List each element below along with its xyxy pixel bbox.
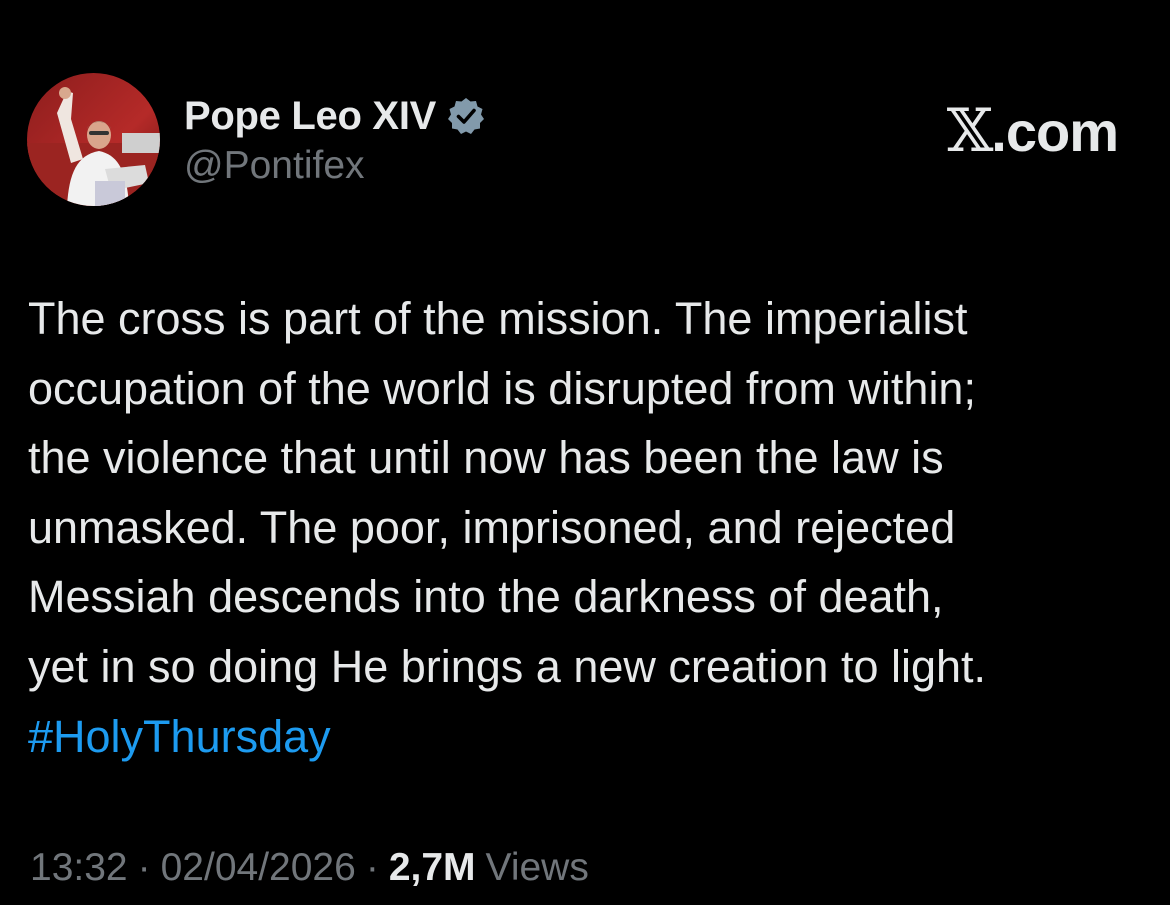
verified-badge-icon[interactable] (446, 96, 486, 136)
tweet-meta: 13:32 · 02/04/2026 · 2,7M Views (30, 846, 589, 890)
author-handle[interactable]: @Pontifex (184, 144, 365, 188)
avatar-photo (27, 73, 160, 206)
tweet-line: unmasked. The poor, imprisoned, and reje… (28, 501, 956, 553)
tweet-line: the violence that until now has been the… (28, 432, 944, 484)
hashtag-link[interactable]: #HolyThursday (28, 702, 1153, 772)
avatar[interactable] (27, 73, 160, 206)
views-label: Views (485, 846, 589, 889)
brand-domain: .com (991, 100, 1119, 163)
tweet-line: occupation of the world is disrupted fro… (28, 362, 976, 414)
tweet-line: yet in so doing He brings a new creation… (28, 640, 987, 692)
tweet-card: Pope Leo XIV @Pontifex 𝕏 .com The cross … (0, 0, 1170, 905)
tweet-line: The cross is part of the mission. The im… (28, 293, 968, 344)
tweet-text: The cross is part of the mission. The im… (28, 284, 1153, 771)
views-count[interactable]: 2,7M (389, 846, 476, 890)
author-name[interactable]: Pope Leo XIV (184, 94, 436, 139)
meta-separator: · (365, 846, 379, 889)
author-name-row: Pope Leo XIV (184, 92, 486, 140)
x-logo-icon: 𝕏 (946, 96, 994, 166)
tweet-line: Messiah descends into the darkness of de… (28, 571, 944, 623)
x-logo: 𝕏 .com (946, 96, 1119, 166)
tweet-time[interactable]: 13:32 (30, 846, 128, 890)
meta-separator: · (137, 846, 151, 889)
tweet-date[interactable]: 02/04/2026 (161, 846, 356, 890)
